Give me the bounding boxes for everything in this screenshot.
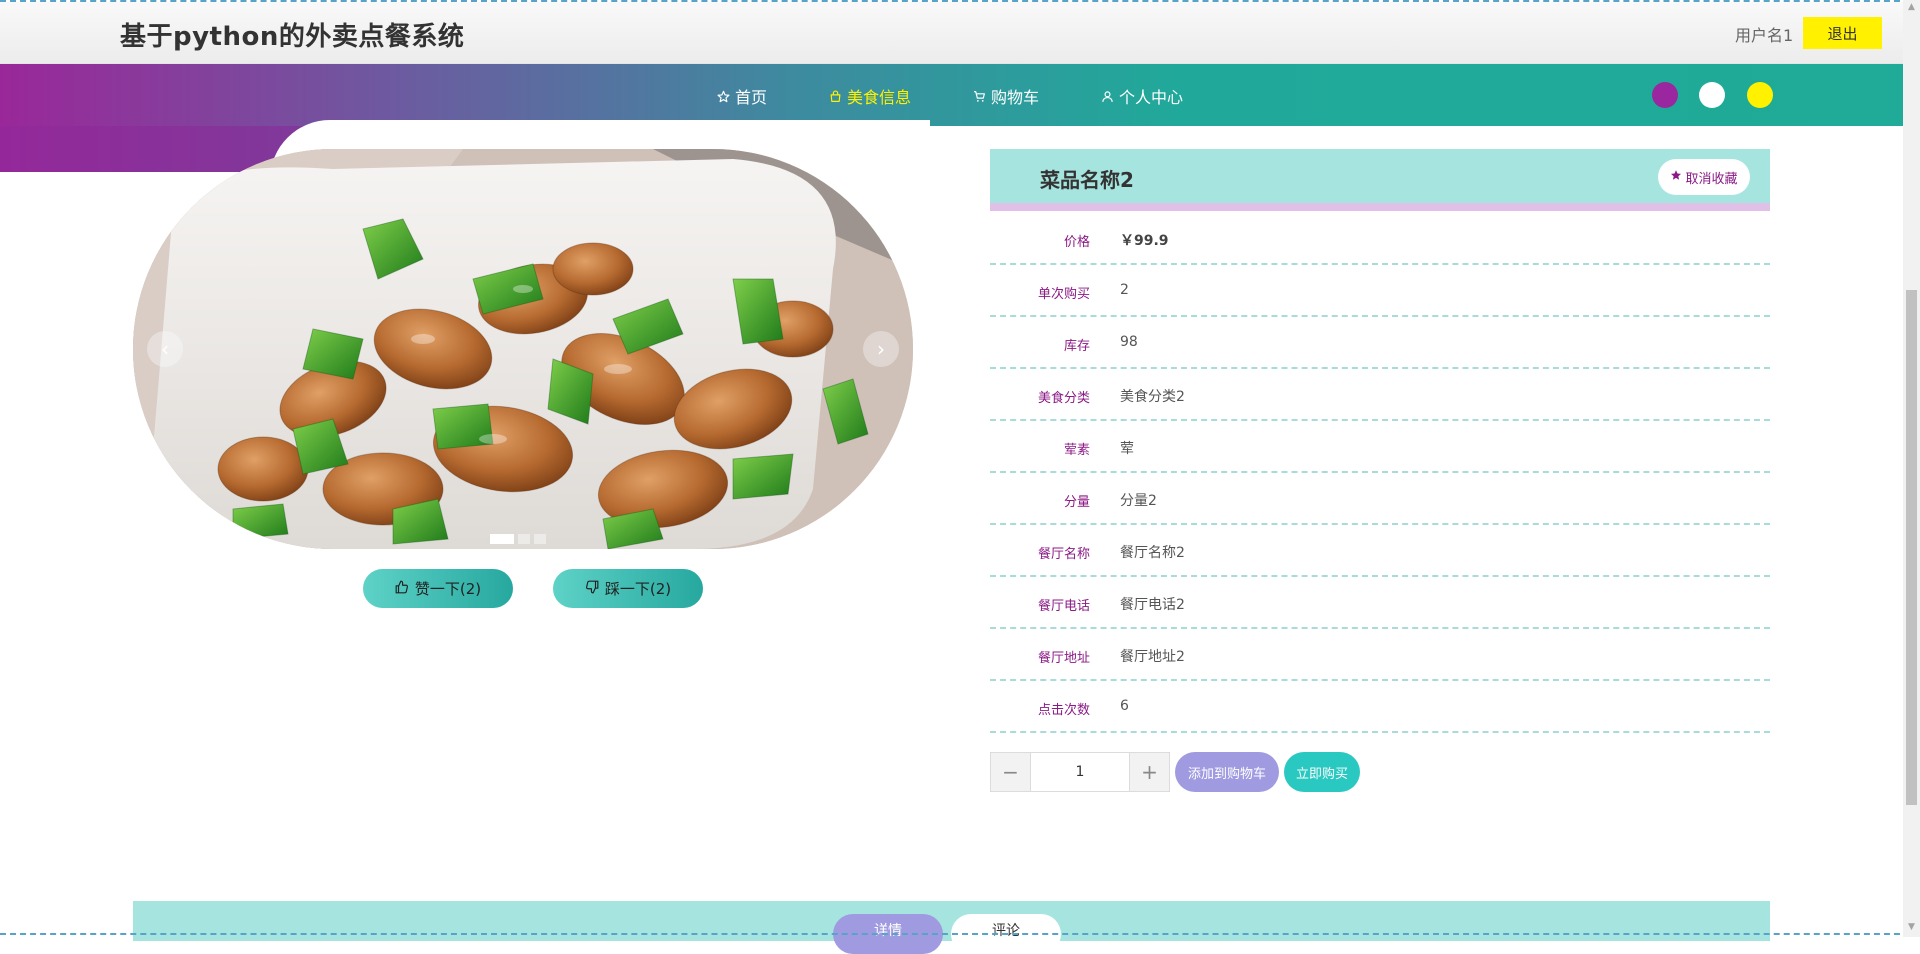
main-nav: 首页 美食信息 购物车 个人中心 — [0, 64, 1903, 126]
nav-item-label: 购物车 — [991, 88, 1040, 107]
info-row-portion: 分量 分量2 — [990, 473, 1770, 525]
nav-item-label: 首页 — [735, 88, 768, 107]
unfavorite-label: 取消收藏 — [1685, 171, 1738, 187]
image-carousel: ‹ › — [133, 149, 913, 549]
info-row-restaurant-phone: 餐厅电话 餐厅电话2 — [990, 577, 1770, 629]
carousel-indicator[interactable] — [518, 534, 530, 544]
star-filled-icon — [1670, 169, 1682, 185]
info-value: 餐厅地址2 — [1120, 649, 1185, 665]
unfavorite-button[interactable]: 取消收藏 — [1658, 159, 1750, 195]
info-label: 餐厅地址 — [1037, 651, 1090, 666]
info-value: 98 — [1120, 334, 1138, 350]
nav-item-label: 个人中心 — [1119, 88, 1184, 107]
info-row-restaurant-address: 餐厅地址 餐厅地址2 — [990, 629, 1770, 681]
info-label: 单次购买 — [1037, 287, 1090, 302]
star-icon — [717, 90, 730, 103]
info-row-click-count: 点击次数 6 — [990, 681, 1770, 733]
info-label: 分量 — [1063, 495, 1090, 510]
info-value: 6 — [1120, 698, 1129, 714]
info-label: 库存 — [1063, 339, 1090, 354]
chevron-right-icon: › — [877, 337, 885, 361]
dish-name: 菜品名称2 — [1040, 168, 1134, 192]
theme-yellow-dot[interactable] — [1747, 82, 1773, 108]
site-title: 基于python的外卖点餐系统 — [120, 22, 465, 52]
theme-white-dot[interactable] — [1699, 82, 1725, 108]
nav-item-home[interactable]: 首页 — [717, 84, 767, 108]
carousel-indicator-active[interactable] — [490, 534, 514, 544]
info-value: 荤 — [1120, 441, 1134, 457]
info-value: 分量2 — [1120, 493, 1157, 509]
scroll-down-icon[interactable]: ▼ — [1906, 922, 1917, 934]
nav-item-food-info[interactable]: 美食信息 — [829, 84, 911, 108]
info-row-stock: 库存 98 — [990, 317, 1770, 369]
username-label: 用户名1 — [1735, 26, 1794, 45]
nav-item-label: 美食信息 — [847, 88, 912, 107]
increase-button[interactable]: + — [1130, 753, 1169, 791]
carousel-next-button[interactable]: › — [863, 331, 899, 367]
like-label: 赞一下(2) — [414, 580, 482, 598]
info-row-single-purchase: 单次购买 2 — [990, 265, 1770, 317]
scrollbar-thumb[interactable] — [1906, 290, 1917, 805]
add-to-cart-button[interactable]: 添加到购物车 — [1175, 752, 1279, 792]
dislike-label: 踩一下(2) — [604, 580, 672, 598]
info-label: 餐厅名称 — [1037, 547, 1090, 562]
quantity-input[interactable] — [1030, 753, 1130, 791]
chevron-left-icon: ‹ — [161, 337, 169, 361]
info-label: 荤素 — [1063, 443, 1090, 458]
plus-icon: + — [1141, 760, 1158, 784]
minus-icon: − — [1002, 760, 1019, 784]
food-image — [133, 149, 913, 549]
carousel-indicator[interactable] — [534, 534, 546, 544]
bag-icon — [829, 90, 842, 103]
info-value: 餐厅电话2 — [1120, 597, 1185, 613]
carousel-prev-button[interactable]: ‹ — [147, 331, 183, 367]
thumbs-down-icon — [585, 580, 599, 598]
info-value: 美食分类2 — [1120, 389, 1185, 405]
thumbs-up-icon — [395, 580, 409, 598]
logout-button[interactable]: 退出 — [1803, 17, 1882, 49]
nav-item-personal-center[interactable]: 个人中心 — [1101, 84, 1183, 108]
like-button[interactable]: 赞一下(2) — [363, 569, 513, 608]
info-value: 2 — [1120, 282, 1129, 298]
info-label: 点击次数 — [1037, 703, 1090, 718]
dislike-button[interactable]: 踩一下(2) — [553, 569, 703, 608]
scroll-up-icon[interactable]: ▲ — [1906, 2, 1917, 14]
buy-now-button[interactable]: 立即购买 — [1284, 752, 1360, 792]
info-row-meat-veg: 荤素 荤 — [990, 421, 1770, 473]
info-row-price: 价格 ￥99.9 — [990, 213, 1770, 265]
info-row-restaurant-name: 餐厅名称 餐厅名称2 — [990, 525, 1770, 577]
info-label: 餐厅电话 — [1037, 599, 1090, 614]
quantity-stepper: − + — [990, 752, 1170, 792]
detail-tab-bar: 详情 评论 — [133, 901, 1770, 954]
info-value: 餐厅名称2 — [1120, 545, 1185, 561]
nav-item-cart[interactable]: 购物车 — [973, 84, 1039, 108]
info-label: 美食分类 — [1037, 391, 1090, 406]
info-row-category: 美食分类 美食分类2 — [990, 369, 1770, 421]
dish-header: 菜品名称2 取消收藏 — [990, 149, 1770, 211]
user-icon — [1101, 90, 1114, 103]
info-label: 价格 — [1063, 235, 1090, 250]
top-header: 基于python的外卖点餐系统 用户名1 退出 — [0, 2, 1903, 64]
price-value: ￥99.9 — [1120, 233, 1169, 249]
decrease-button[interactable]: − — [991, 753, 1030, 791]
theme-purple-dot[interactable] — [1652, 82, 1678, 108]
page-bottom-border — [0, 933, 1920, 935]
cart-icon — [973, 90, 986, 103]
